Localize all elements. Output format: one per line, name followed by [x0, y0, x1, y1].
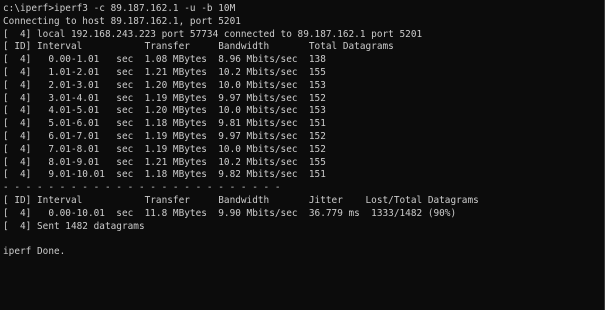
- interval-row: [ 4] 1.01-2.01 sec 1.21 MBytes 10.2 Mbit…: [3, 66, 326, 78]
- iperf-done-line: iperf Done.: [3, 246, 66, 258]
- interval-row: [ 4] 7.01-8.01 sec 1.19 MBytes 10.0 Mbit…: [3, 143, 326, 155]
- interval-row: [ 4] 8.01-9.01 sec 1.21 MBytes 10.2 Mbit…: [3, 156, 326, 168]
- interval-row: [ 4] 9.01-10.01 sec 1.18 MBytes 9.82 Mbi…: [3, 169, 326, 181]
- interval-row: [ 4] 4.01-5.01 sec 1.20 MBytes 10.0 Mbit…: [3, 105, 326, 117]
- interval-row: [ 4] 3.01-4.01 sec 1.19 MBytes 9.97 Mbit…: [3, 92, 326, 104]
- summary-table-header: [ ID] Interval Transfer Bandwidth Jitter…: [3, 194, 479, 206]
- interval-row: [ 4] 0.00-1.01 sec 1.08 MBytes 8.96 Mbit…: [3, 54, 326, 66]
- terminal-window[interactable]: c:\iperf>iperf3 -c 89.187.162.1 -u -b 10…: [0, 0, 605, 310]
- interval-table-header: [ ID] Interval Transfer Bandwidth Total …: [3, 41, 394, 53]
- interval-row: [ 4] 2.01-3.01 sec 1.20 MBytes 10.0 Mbit…: [3, 79, 326, 91]
- summary-row: [ 4] 0.00-10.01 sec 11.8 MBytes 9.90 Mbi…: [3, 207, 457, 219]
- sent-datagrams-line: [ 4] Sent 1482 datagrams: [3, 220, 145, 232]
- interval-row: [ 4] 6.01-7.01 sec 1.19 MBytes 9.97 Mbit…: [3, 130, 326, 142]
- local-connection-line: [ 4] local 192.168.243.223 port 57734 co…: [3, 28, 423, 40]
- command-prompt-line: c:\iperf>iperf3 -c 89.187.162.1 -u -b 10…: [3, 3, 236, 14]
- connecting-line: Connecting to host 89.187.162.1, port 52…: [3, 15, 241, 27]
- interval-row: [ 4] 5.01-6.01 sec 1.18 MBytes 9.81 Mbit…: [3, 118, 326, 130]
- separator-line: - - - - - - - - - - - - - - - - - - - - …: [3, 182, 281, 194]
